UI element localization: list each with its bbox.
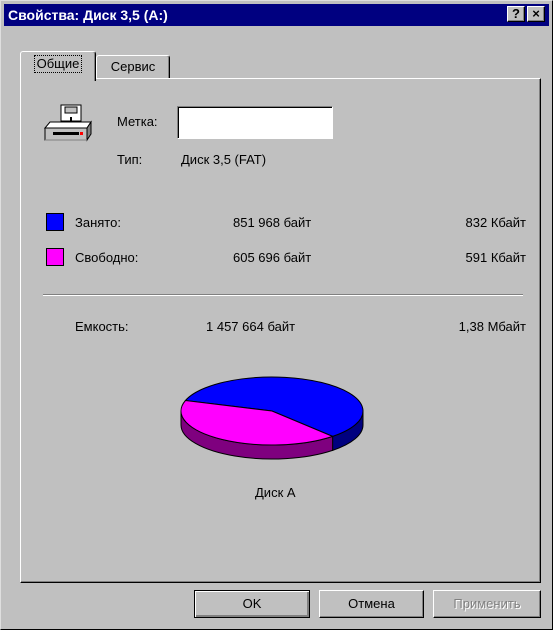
type-caption: Тип: <box>117 152 143 167</box>
used-short: 832 Кбайт <box>465 215 526 230</box>
apply-button[interactable]: Применить <box>433 590 541 618</box>
capacity-short: 1,38 Мбайт <box>458 319 526 334</box>
capacity-bytes: 1 457 664 байт <box>206 319 296 334</box>
tab-general-label: Общие <box>33 55 83 73</box>
capacity-caption: Емкость: <box>75 319 129 334</box>
free-caption: Свободно: <box>75 250 139 265</box>
free-short: 591 Кбайт <box>465 250 526 265</box>
pie-label: Диск А <box>255 485 296 500</box>
free-color-swatch <box>46 248 64 266</box>
cancel-button[interactable]: Отмена <box>319 590 424 618</box>
used-bytes: 851 968 байт <box>233 215 312 230</box>
divider-highlight <box>43 295 523 296</box>
type-value: Диск 3,5 (FAT) <box>181 152 267 167</box>
floppy-drive-icon <box>43 104 92 142</box>
help-button[interactable]: ? <box>507 6 525 22</box>
tab-service[interactable]: Сервис <box>96 55 170 79</box>
close-button[interactable]: × <box>527 6 545 22</box>
used-color-swatch <box>46 213 64 231</box>
used-caption: Занято: <box>75 215 121 230</box>
tab-service-label: Сервис <box>110 59 156 74</box>
title-bar[interactable]: Свойства: Диск 3,5 (A:) ? × <box>4 4 549 26</box>
label-input[interactable] <box>177 106 333 139</box>
tab-general[interactable]: Общие <box>20 51 96 81</box>
label-caption: Метка: <box>117 114 158 129</box>
window-title: Свойства: Диск 3,5 (A:) <box>8 7 168 23</box>
ok-button[interactable]: OK <box>194 590 310 618</box>
free-bytes: 605 696 байт <box>233 250 312 265</box>
properties-dialog: Свойства: Диск 3,5 (A:) ? × Общие Сервис… <box>0 0 553 630</box>
disk-usage-pie-chart <box>180 376 364 460</box>
